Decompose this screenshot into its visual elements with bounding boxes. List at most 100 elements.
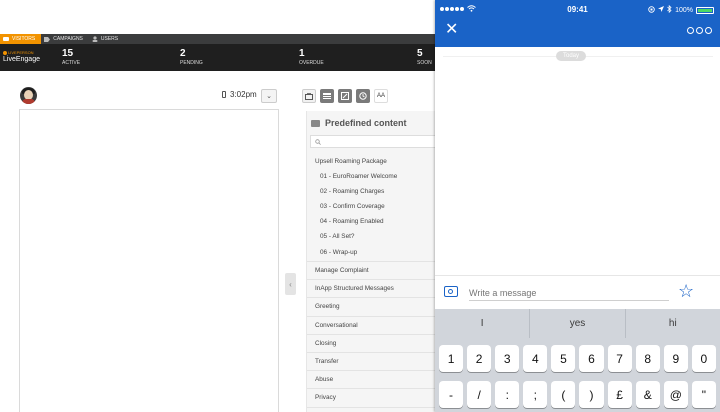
keyboard-row-symbols: - /:;() £ & @ " xyxy=(437,381,718,408)
predefined-category-item[interactable]: Greeting xyxy=(307,298,447,317)
stat-overdue[interactable]: 1 OVERDUE xyxy=(299,48,324,66)
transcript-pane[interactable] xyxy=(19,109,279,412)
tab-users[interactable]: USERS xyxy=(89,34,124,44)
predefined-category-item[interactable]: Abuse xyxy=(307,371,447,390)
predefined-message-item[interactable]: 05 - All Set? xyxy=(307,229,447,244)
predefined-message-item[interactable]: 01 - EuroRoamer Welcome xyxy=(307,169,447,184)
predefined-message-item[interactable]: 03 - Confirm Coverage xyxy=(307,199,447,214)
date-chip: Today xyxy=(556,51,586,61)
keyboard-key[interactable]: ; xyxy=(523,381,548,408)
keyboard-key[interactable]: 4 xyxy=(523,345,548,372)
keyboard-row-numbers: 1234567890 xyxy=(437,345,718,372)
more-options-icon[interactable] xyxy=(687,27,712,34)
predefined-search-input[interactable] xyxy=(310,135,444,148)
edit-button[interactable] xyxy=(338,89,352,103)
clock-icon xyxy=(359,92,367,100)
lock-rotation-icon xyxy=(648,5,655,15)
briefcase-button[interactable] xyxy=(302,89,316,103)
predefined-message-item[interactable]: 02 - Roaming Charges xyxy=(307,184,447,199)
keyboard-key[interactable]: 5 xyxy=(551,345,576,372)
history-button[interactable] xyxy=(356,89,370,103)
briefcase-icon xyxy=(305,92,313,100)
stat-overdue-value: 1 xyxy=(299,48,305,59)
keyboard-key[interactable]: 6 xyxy=(579,345,604,372)
predefined-message-item[interactable]: 06 - Wrap-up xyxy=(307,244,447,262)
keyboard-key[interactable]: @ xyxy=(663,381,688,408)
top-navigation: VISITORS CAMPAIGNS USERS xyxy=(0,34,436,44)
stat-pending[interactable]: 2 PENDING xyxy=(180,48,203,66)
screen: VISITORS CAMPAIGNS USERS LIVEPERSON Live… xyxy=(0,0,720,412)
stats-bar: LIVEPERSON LiveEngage 15 ACTIVE 2 PENDIN… xyxy=(0,44,436,71)
suggestion-3[interactable]: hi xyxy=(626,309,720,338)
chevron-down-icon: ⌄ xyxy=(266,93,272,100)
keyboard-key[interactable]: & xyxy=(635,381,660,408)
font-size-button[interactable]: AA xyxy=(374,89,388,103)
keyboard-key[interactable]: 3 xyxy=(495,345,520,372)
search-icon xyxy=(315,138,321,145)
conversation-dropdown-button[interactable]: ⌄ xyxy=(261,89,277,103)
keyboard-suggestions: I yes hi xyxy=(435,309,720,338)
predefined-content-title: Predefined content xyxy=(325,118,407,128)
predefined-category-item[interactable]: Transfer xyxy=(307,353,447,372)
tab-campaigns-label: CAMPAIGNS xyxy=(53,36,83,42)
tab-visitors[interactable]: VISITORS xyxy=(0,34,42,44)
battery-percentage: 100% xyxy=(675,6,693,14)
font-size-label: AA xyxy=(376,93,385,99)
predefined-category-item[interactable]: Conversational xyxy=(307,317,447,335)
stat-soon-label: SOON xyxy=(417,60,432,66)
predefined-category-item[interactable]: Upsell Roaming Package xyxy=(307,153,447,169)
conversation-time: 3:02pm xyxy=(222,90,257,99)
star-icon[interactable]: ☆ xyxy=(678,282,694,300)
message-composer: ☆ xyxy=(435,275,720,309)
location-icon xyxy=(658,6,665,14)
keyboard-key[interactable]: £ xyxy=(607,381,632,408)
message-input[interactable] xyxy=(469,285,669,301)
user-icon xyxy=(92,36,98,42)
suggestion-1[interactable]: I xyxy=(435,309,531,338)
predefined-category-item[interactable]: Closing xyxy=(307,335,447,353)
collapse-panel-handle[interactable]: ‹ xyxy=(285,273,296,295)
chat-icon xyxy=(3,36,9,42)
stat-soon[interactable]: 5 SOON xyxy=(417,48,432,66)
stat-soon-value: 5 xyxy=(417,48,423,59)
keyboard-key[interactable]: 2 xyxy=(467,345,492,372)
predefined-category-item[interactable]: Manage Complaint xyxy=(307,262,447,281)
stat-pending-value: 2 xyxy=(180,48,186,59)
edit-icon xyxy=(341,92,349,100)
liveengage-logo: LIVEPERSON LiveEngage xyxy=(3,50,49,68)
ios-keyboard: I yes hi 1234567890 - /:;() £ & @ " xyxy=(435,309,720,412)
keyboard-key[interactable]: 7 xyxy=(607,345,632,372)
conversation-time-label: 3:02pm xyxy=(230,90,257,99)
tab-campaigns[interactable]: CAMPAIGNS xyxy=(41,34,89,44)
visitor-avatar[interactable] xyxy=(20,87,37,104)
keyboard-key[interactable]: 0 xyxy=(691,345,716,372)
predefined-content-icon xyxy=(311,119,320,127)
keyboard-key[interactable]: 8 xyxy=(635,345,660,372)
predefined-message-item[interactable]: 04 - Roaming Enabled xyxy=(307,214,447,229)
keyboard-key[interactable]: : xyxy=(495,381,520,408)
predefined-content-panel: Predefined content Upsell Roaming Packag… xyxy=(306,111,447,412)
stat-active-label: ACTIVE xyxy=(62,60,81,66)
keyboard-key[interactable]: 9 xyxy=(663,345,688,372)
camera-icon[interactable] xyxy=(444,286,458,297)
battery-icon xyxy=(696,6,714,14)
stat-active[interactable]: 15 ACTIVE xyxy=(62,48,80,66)
chevron-left-icon: ‹ xyxy=(289,279,292,289)
keyboard-key[interactable]: / xyxy=(467,381,492,408)
stat-overdue-label: OVERDUE xyxy=(299,60,324,66)
predefined-content-button[interactable] xyxy=(320,89,334,103)
predefined-content-list: Upsell Roaming Package 01 - EuroRoamer We… xyxy=(307,153,447,408)
predefined-category-item[interactable]: Privacy xyxy=(307,389,447,408)
keyboard-key[interactable]: " xyxy=(691,381,716,408)
logo-small-text: LIVEPERSON xyxy=(8,50,34,55)
keyboard-key[interactable]: 1 xyxy=(439,345,464,372)
agent-toolbar: AA xyxy=(302,89,388,103)
mobile-header: 09:41 100% ✕ xyxy=(435,0,720,47)
keyboard-key[interactable]: ) xyxy=(579,381,604,408)
keyboard-key[interactable]: - xyxy=(439,381,464,408)
keyboard-key[interactable]: ( xyxy=(551,381,576,408)
close-icon[interactable]: ✕ xyxy=(445,22,458,38)
predefined-category-item[interactable]: InApp Structured Messages xyxy=(307,280,447,299)
suggestion-2[interactable]: yes xyxy=(530,309,626,338)
stat-pending-label: PENDING xyxy=(180,60,203,66)
